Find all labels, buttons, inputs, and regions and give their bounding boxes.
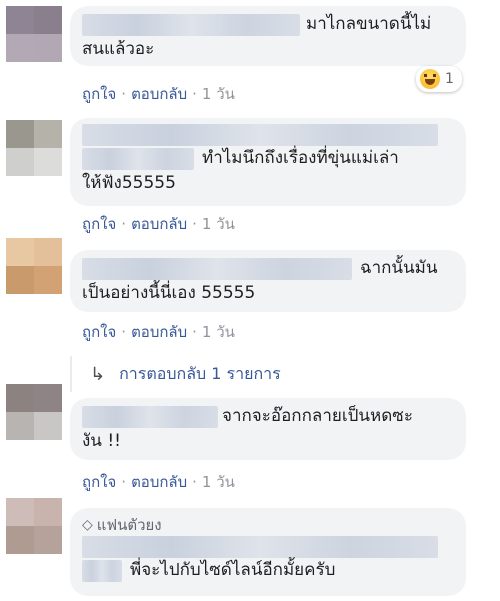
comment-actions: ถูกใจ · ตอบกลับ · 1 วัน — [82, 85, 235, 103]
comment-text: จากจะอ๊อกกลายเป็นหดซะ — [222, 406, 413, 426]
avatar[interactable] — [6, 384, 62, 440]
reaction-count[interactable]: 1 — [416, 66, 462, 92]
comment-bubble: จากจะอ๊อกกลายเป็นหดซะ งัน !! — [70, 398, 466, 460]
comment-text: เป็นอย่างนี้นี่เอง 55555 — [82, 283, 256, 303]
avatar[interactable] — [6, 120, 62, 176]
reply-arrow-icon: ↳ — [90, 364, 106, 385]
timestamp[interactable]: 1 วัน — [202, 473, 235, 491]
reply-link[interactable]: ตอบกลับ — [131, 215, 187, 233]
comment-text: ฉากนั้นมัน — [360, 258, 438, 278]
avatar[interactable] — [6, 498, 62, 554]
like-link[interactable]: ถูกใจ — [82, 323, 116, 341]
comment-bubble: มาไกลขนาดนี้ไม่ สนแล้วอะ — [70, 6, 466, 66]
thread-line — [70, 356, 72, 392]
like-link[interactable]: ถูกใจ — [82, 473, 116, 491]
comment-actions: ถูกใจ · ตอบกลับ · 1 วัน — [82, 323, 235, 341]
like-link[interactable]: ถูกใจ — [82, 215, 116, 233]
comment-bubble: ◇ แฟนตัวยง พี่จะไปกับไซด์ไลน์อีกมั้ยครับ — [70, 508, 466, 596]
comment-actions: ถูกใจ · ตอบกลับ · 1 วัน — [82, 215, 235, 233]
diamond-icon: ◇ — [82, 517, 93, 533]
comment-text: ทำไมนึกถึงเรื่องที่ขุ่นแม่เล่า — [202, 148, 399, 168]
blurred-commenter-name — [82, 559, 122, 582]
blurred-text — [82, 536, 438, 558]
view-replies-link[interactable]: ↳ การตอบกลับ 1 รายการ — [90, 362, 281, 387]
reply-link[interactable]: ตอบกลับ — [131, 85, 187, 103]
comment-text: ให้ฟัง55555 — [82, 173, 176, 193]
blurred-commenter-name — [82, 257, 352, 280]
avatar[interactable] — [6, 238, 62, 294]
blurred-commenter-name — [82, 147, 194, 170]
reply-link[interactable]: ตอบกลับ — [131, 473, 187, 491]
comment-text: พี่จะไปกับไซด์ไลน์อีกมั้ยครับ — [130, 560, 336, 580]
comment-text: สนแล้วอะ — [82, 39, 155, 59]
top-fan-badge: ◇ แฟนตัวยง — [82, 516, 162, 534]
timestamp[interactable]: 1 วัน — [202, 323, 235, 341]
avatar[interactable] — [6, 6, 62, 62]
timestamp[interactable]: 1 วัน — [202, 85, 235, 103]
comment-bubble: ฉากนั้นมัน เป็นอย่างนี้นี่เอง 55555 — [70, 250, 466, 312]
comment-actions: ถูกใจ · ตอบกลับ · 1 วัน — [82, 473, 235, 491]
blurred-commenter-name — [82, 13, 300, 36]
reply-link[interactable]: ตอบกลับ — [131, 323, 187, 341]
haha-emoji-icon — [420, 69, 440, 89]
like-link[interactable]: ถูกใจ — [82, 85, 116, 103]
comment-text: มาไกลขนาดนี้ไม่ — [306, 14, 432, 34]
blurred-commenter-name — [82, 405, 218, 428]
comment-bubble: ทำไมนึกถึงเรื่องที่ขุ่นแม่เล่า ให้ฟัง555… — [70, 118, 466, 206]
comment-text: งัน !! — [82, 431, 121, 451]
timestamp[interactable]: 1 วัน — [202, 215, 235, 233]
blurred-text — [82, 124, 438, 146]
